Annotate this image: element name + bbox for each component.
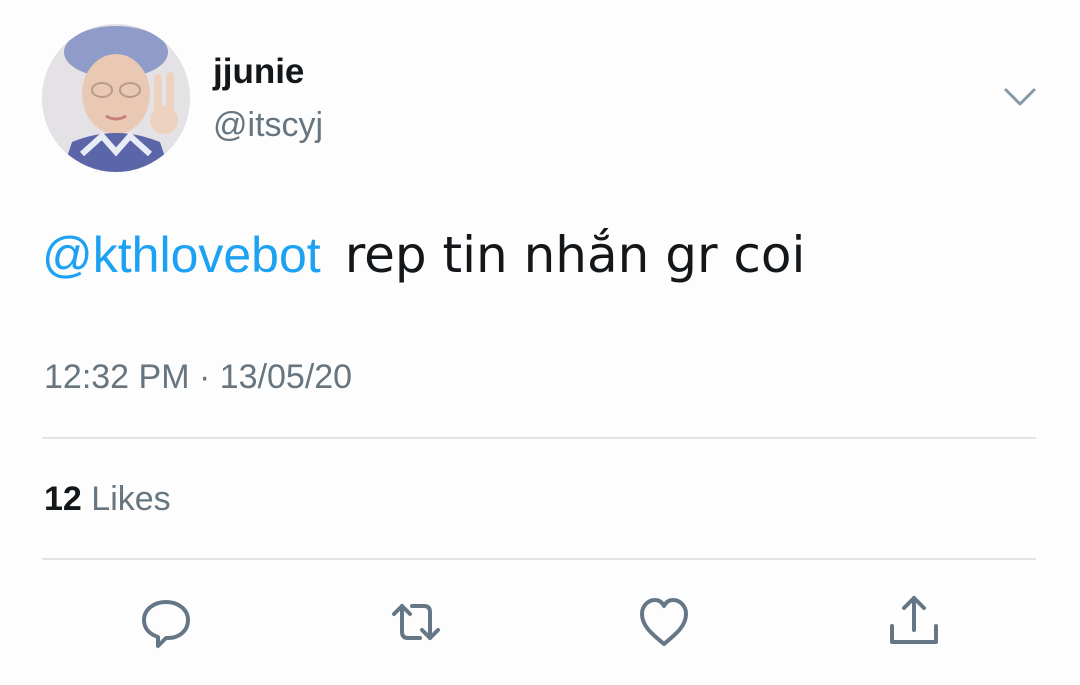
avatar[interactable] xyxy=(42,24,190,172)
divider xyxy=(42,558,1036,560)
likes-stat[interactable]: 12 Likes xyxy=(44,480,171,519)
likes-count: 12 xyxy=(44,480,82,518)
divider xyxy=(42,437,1036,439)
likes-label: Likes xyxy=(91,480,171,518)
tweet-text: @kthlovebot rep tin nhắn gr coi xyxy=(42,220,805,290)
share-icon[interactable] xyxy=(884,592,944,652)
mention-link[interactable]: @kthlovebot xyxy=(42,227,321,283)
tweet-body: rep tin nhắn gr coi xyxy=(344,226,806,284)
retweet-icon[interactable] xyxy=(386,592,446,652)
display-name[interactable]: jjunie xyxy=(213,52,304,92)
tweet-timestamp[interactable]: 12:32 PM · 13/05/20 xyxy=(44,358,352,397)
user-handle[interactable]: @itscyj xyxy=(213,106,323,145)
chevron-down-icon[interactable] xyxy=(1000,80,1040,114)
heart-icon[interactable] xyxy=(634,592,694,652)
reply-icon[interactable] xyxy=(136,592,196,652)
avatar-photo xyxy=(42,24,190,172)
